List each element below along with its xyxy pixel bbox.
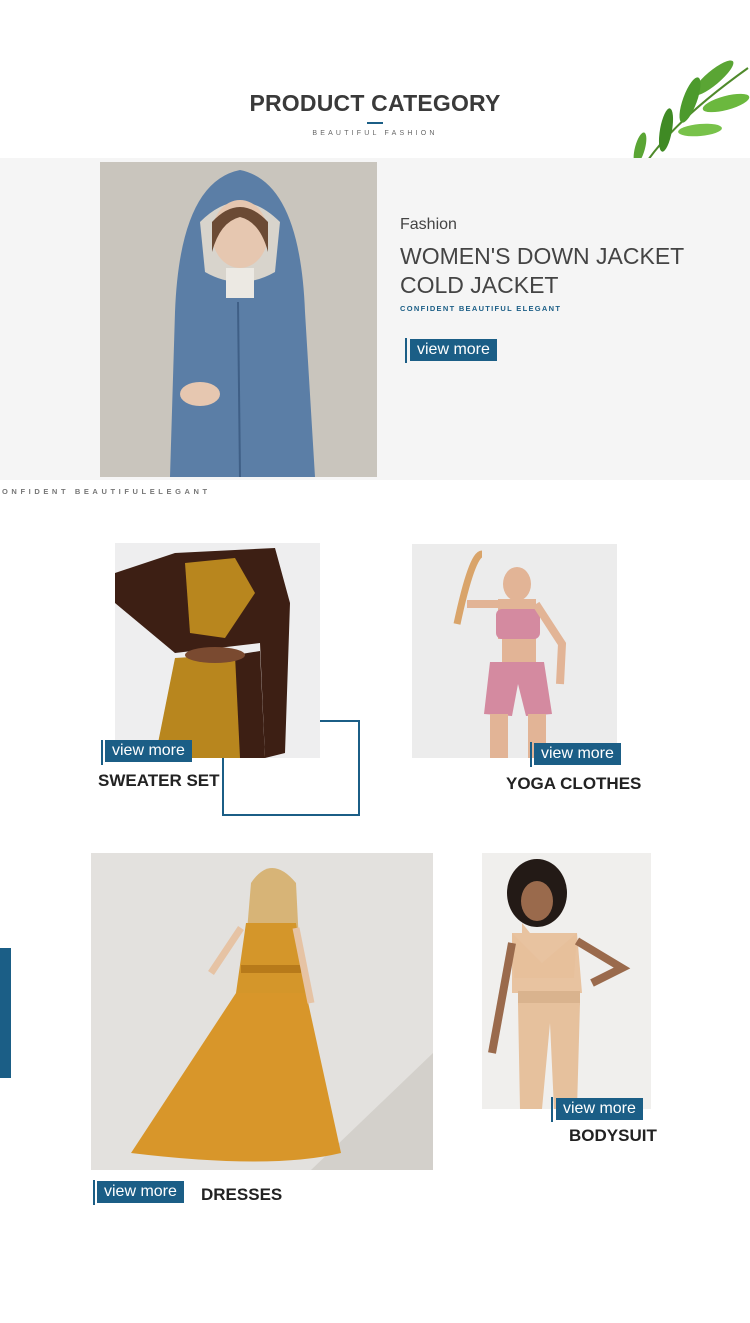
yoga-clothes-photo[interactable]	[412, 544, 617, 758]
bodysuit-view-more-button[interactable]: view more	[556, 1098, 643, 1120]
dresses-view-more-button[interactable]: view more	[97, 1181, 184, 1203]
leaf-decoration-icon	[633, 60, 750, 160]
sweater-set-photo[interactable]	[115, 543, 320, 758]
hero-tagline: CONFIDENT BEAUTIFUL ELEGANT	[400, 304, 562, 313]
hero-headline-line2: COLD JACKET	[400, 272, 559, 298]
bodysuit-photo[interactable]	[482, 853, 651, 1109]
dresses-label: DRESSES	[201, 1185, 283, 1204]
hero-view-more-button[interactable]: view more	[410, 339, 497, 361]
hero-cta-bar	[405, 338, 407, 363]
tagline-strip: ONFIDENT BEAUTIFULELEGANT	[2, 487, 211, 496]
hero-headline-line1: WOMEN'S DOWN JACKET	[400, 243, 685, 269]
sweater-set-label: SWEATER SET	[98, 771, 220, 790]
bodysuit-label: BODYSUIT	[569, 1126, 657, 1145]
title-underline	[367, 122, 383, 124]
sweater-cta-bar	[101, 740, 103, 765]
hero-headline: WOMEN'S DOWN JACKET COLD JACKET	[400, 242, 720, 300]
down-jacket-photo[interactable]	[100, 162, 377, 477]
hero-eyebrow: Fashion	[400, 216, 457, 233]
dresses-photo[interactable]	[91, 853, 433, 1170]
bodysuit-cta-bar	[551, 1097, 553, 1122]
yoga-clothes-label: YOGA CLOTHES	[506, 774, 642, 793]
yoga-cta-bar	[530, 742, 532, 767]
yoga-clothes-view-more-button[interactable]: view more	[534, 743, 621, 765]
side-accent-bar	[0, 948, 11, 1078]
dresses-cta-bar	[93, 1180, 95, 1205]
sweater-set-view-more-button[interactable]: view more	[105, 740, 192, 762]
